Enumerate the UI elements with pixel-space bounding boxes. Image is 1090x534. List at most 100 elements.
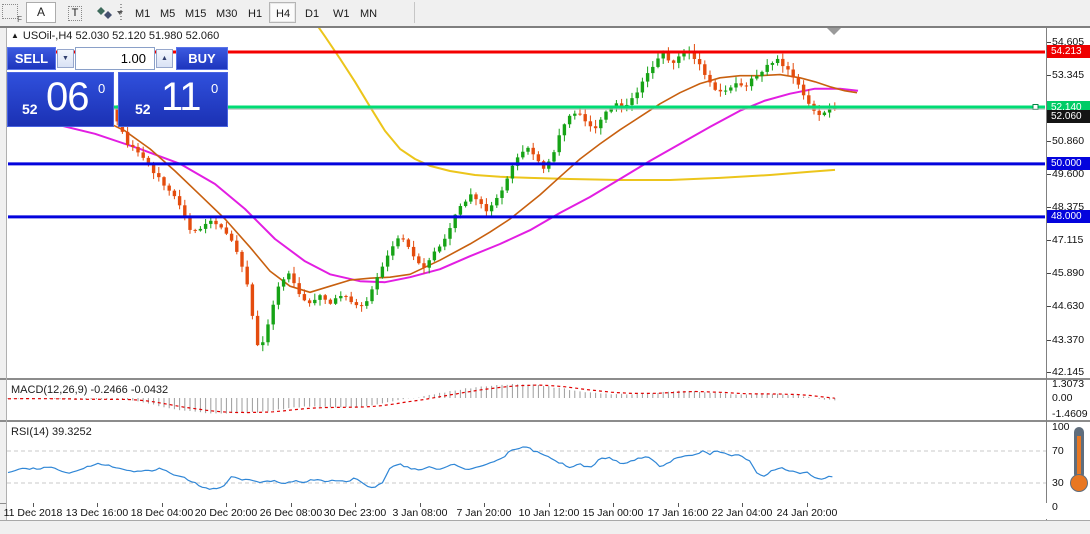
- buy-price-big: 11: [161, 75, 201, 120]
- price-tick-mark: [1047, 42, 1051, 43]
- macd-axis-tick: 1.3073: [1052, 379, 1084, 390]
- price-badge-48.000: 48.000: [1047, 210, 1090, 223]
- price-tick-mark: [1047, 306, 1051, 307]
- timeframe-button-m1[interactable]: M1: [128, 2, 153, 23]
- time-tick-mark: [355, 503, 356, 507]
- chart-shift-marker[interactable]: [827, 28, 841, 35]
- time-tick-mark: [33, 503, 34, 507]
- mt4-window: F A T M1M5M15M30H1H4D1W1MN: [0, 0, 1090, 534]
- time-label: 3 Jan 08:00: [393, 507, 448, 519]
- time-tick-mark: [807, 503, 808, 507]
- time-tick-mark: [484, 503, 485, 507]
- price-tick-mark: [1047, 372, 1051, 373]
- toolbar-grip: [120, 4, 122, 22]
- time-label: 7 Jan 20:00: [457, 507, 512, 519]
- macd-axis-tick: -1.4609: [1052, 409, 1088, 420]
- time-label: 20 Dec 20:00: [195, 507, 257, 519]
- price-badge-54.213: 54.213: [1047, 45, 1090, 58]
- price-tick-mark: [1047, 141, 1051, 142]
- time-label: 17 Jan 16:00: [648, 507, 709, 519]
- buy-price-prefix: 52: [135, 101, 151, 117]
- time-tick-mark: [97, 503, 98, 507]
- price-badge-50.000: 50.000: [1047, 157, 1090, 170]
- time-label: 13 Dec 16:00: [66, 507, 128, 519]
- sell-price-sup: 0: [98, 81, 105, 96]
- symbol-ohlc-text: USOil-,H4 52.030 52.120 51.980 52.060: [23, 30, 219, 42]
- text-label-button[interactable]: A: [26, 2, 56, 23]
- price-tick: 50.860: [1052, 136, 1084, 147]
- time-tick-mark: [742, 503, 743, 507]
- timeframe-button-mn[interactable]: MN: [353, 2, 381, 23]
- time-tick-mark: [226, 503, 227, 507]
- volume-input[interactable]: [75, 47, 155, 70]
- rsi-label: RSI(14) 39.3252: [11, 426, 92, 438]
- panel-divider[interactable]: [0, 378, 1090, 380]
- buy-price-sup: 0: [211, 81, 218, 96]
- price-tick: 47.115: [1052, 235, 1083, 246]
- toolbar-separator: [414, 2, 415, 23]
- timeframe-button-h4[interactable]: H4: [269, 2, 296, 23]
- one-click-trade-panel: SELL ▼ ▲ BUY 52 06 0 52 11 0: [7, 47, 228, 127]
- timeframe-button-m5[interactable]: M5: [153, 2, 178, 23]
- timeframe-button-h1[interactable]: H1: [241, 2, 268, 23]
- timeframe-button-m30[interactable]: M30: [209, 2, 240, 23]
- volume-decrease-button[interactable]: ▼: [57, 49, 74, 68]
- text-box-icon: T: [68, 6, 83, 21]
- volume-increase-button[interactable]: ▲: [156, 49, 173, 68]
- time-label: 22 Jan 04:00: [712, 507, 773, 519]
- price-tick-mark: [1047, 75, 1051, 76]
- time-tick-mark: [420, 503, 421, 507]
- text-box-button[interactable]: T: [62, 2, 88, 23]
- rsi-axis-tick: 0: [1052, 502, 1058, 513]
- thermometer-icon: [1069, 426, 1090, 496]
- collapse-triangle-icon[interactable]: ▲: [11, 31, 19, 40]
- rsi-axis-tick: 70: [1052, 446, 1064, 457]
- time-tick-mark: [291, 503, 292, 507]
- shapes-icon: [96, 6, 114, 20]
- price-tick: 43.370: [1052, 335, 1084, 346]
- timeframe-button-d1[interactable]: D1: [298, 2, 325, 23]
- price-tick: 42.145: [1052, 367, 1084, 378]
- price-tick-mark: [1047, 340, 1051, 341]
- buy-button[interactable]: BUY: [176, 47, 228, 70]
- price-tick: 44.630: [1052, 301, 1084, 312]
- sell-price-button[interactable]: 52 06 0: [7, 72, 114, 127]
- time-label: 24 Jan 20:00: [777, 507, 838, 519]
- sell-price-big: 06: [46, 75, 89, 120]
- chart-window: ▲ USOil-,H4 52.030 52.120 51.980 52.060 M…: [0, 26, 1090, 534]
- price-tick: 49.600: [1052, 169, 1084, 180]
- panel-divider[interactable]: [0, 420, 1090, 422]
- time-tick-mark: [549, 503, 550, 507]
- price-badge-52.060: 52.060: [1047, 110, 1090, 123]
- price-tick-mark: [1047, 273, 1051, 274]
- time-label: 18 Dec 04:00: [131, 507, 193, 519]
- window-bottom-edge: [0, 520, 1090, 534]
- partial-toolbar-label: F: [17, 15, 22, 24]
- time-tick-mark: [613, 503, 614, 507]
- macd-label: MACD(12,26,9) -0.2466 -0.0432: [11, 384, 168, 396]
- time-label: 11 Dec 2018: [4, 507, 63, 519]
- symbol-ohlc-label: ▲ USOil-,H4 52.030 52.120 51.980 52.060: [11, 30, 219, 42]
- time-label: 15 Jan 00:00: [583, 507, 644, 519]
- price-tick-mark: [1047, 240, 1051, 241]
- timeframe-button-w1[interactable]: W1: [326, 2, 353, 23]
- time-tick-mark: [678, 503, 679, 507]
- partial-toolbar-icon[interactable]: F: [2, 4, 22, 22]
- time-tick-mark: [162, 503, 163, 507]
- time-label: 10 Jan 12:00: [519, 507, 580, 519]
- rsi-axis-tick: 30: [1052, 478, 1064, 489]
- rsi-axis-tick: 100: [1052, 422, 1070, 433]
- macd-axis-tick: 0.00: [1052, 393, 1072, 404]
- sell-button[interactable]: SELL: [7, 47, 56, 70]
- buy-price-button[interactable]: 52 11 0: [118, 72, 228, 127]
- price-tick-mark: [1047, 174, 1051, 175]
- toolbar: F A T M1M5M15M30H1H4D1W1MN: [0, 0, 1090, 26]
- timeframe-button-m15[interactable]: M15: [178, 2, 209, 23]
- price-tick: 53.345: [1052, 70, 1084, 81]
- time-label: 30 Dec 23:00: [324, 507, 386, 519]
- price-tick: 45.890: [1052, 268, 1084, 279]
- dotted-selection-icon: [2, 4, 18, 19]
- time-label: 26 Dec 08:00: [260, 507, 322, 519]
- sell-price-prefix: 52: [22, 101, 38, 117]
- rsi-panel: [7, 422, 1046, 503]
